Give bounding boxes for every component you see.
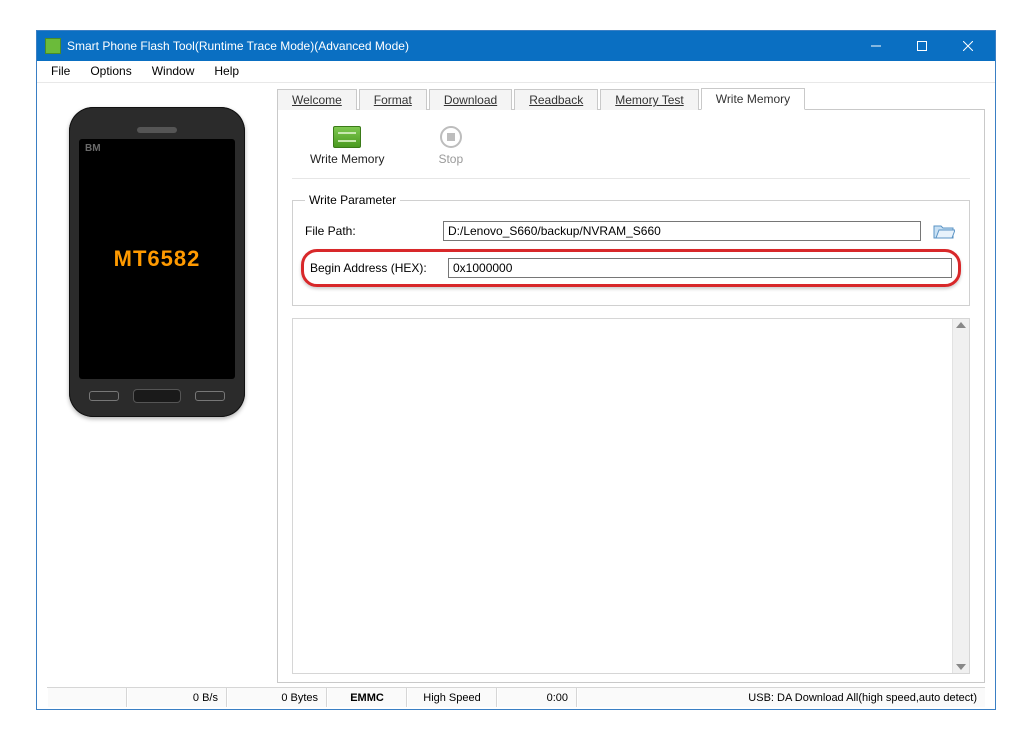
status-time: 0:00: [497, 688, 577, 707]
file-path-label: File Path:: [305, 224, 443, 238]
browse-button[interactable]: [931, 221, 957, 241]
app-icon: [45, 38, 61, 54]
stop-button[interactable]: Stop: [438, 126, 463, 166]
minimize-button[interactable]: [853, 31, 899, 61]
file-path-row: File Path:: [305, 221, 957, 241]
file-path-input[interactable]: [443, 221, 921, 241]
write-parameter-group: Write Parameter File Path:: [292, 193, 970, 306]
begin-address-row: Begin Address (HEX):: [310, 258, 952, 278]
status-usb: USB: DA Download All(high speed,auto det…: [577, 688, 985, 707]
phone-chip-label: MT6582: [114, 246, 201, 272]
menu-window[interactable]: Window: [142, 61, 205, 82]
status-storage: EMMC: [327, 688, 407, 707]
phone-preview: BM MT6582: [69, 107, 245, 417]
log-scrollbar[interactable]: [952, 319, 969, 673]
begin-address-label: Begin Address (HEX):: [310, 261, 448, 275]
body-row: BM MT6582 Welcome Format Download Readba…: [37, 83, 995, 687]
tab-write-memory[interactable]: Write Memory: [701, 88, 805, 110]
right-pane: Welcome Format Download Readback Memory …: [277, 83, 995, 687]
status-empty: [47, 688, 127, 707]
scroll-up-icon: [956, 322, 966, 328]
maximize-button[interactable]: [899, 31, 945, 61]
toolbar: Write Memory Stop: [292, 124, 970, 179]
app-window: Smart Phone Flash Tool(Runtime Trace Mod…: [36, 30, 996, 710]
menu-help[interactable]: Help: [204, 61, 249, 82]
scroll-down-icon: [956, 664, 966, 670]
log-area[interactable]: [292, 318, 970, 674]
begin-address-input[interactable]: [448, 258, 952, 278]
status-rate: 0 B/s: [127, 688, 227, 707]
status-bytes: 0 Bytes: [227, 688, 327, 707]
phone-back-button: [195, 391, 225, 401]
write-memory-button[interactable]: Write Memory: [310, 126, 384, 166]
stop-label: Stop: [438, 152, 463, 166]
write-parameter-legend: Write Parameter: [305, 193, 400, 207]
close-icon: [963, 41, 973, 51]
menu-file[interactable]: File: [41, 61, 80, 82]
tab-format[interactable]: Format: [359, 89, 427, 110]
statusbar: 0 B/s 0 Bytes EMMC High Speed 0:00 USB: …: [47, 687, 985, 707]
phone-screen: BM MT6582: [79, 139, 235, 379]
tab-content: Write Memory Stop Write Parameter File P…: [277, 109, 985, 683]
chip-icon: [333, 126, 361, 148]
phone-speaker: [137, 127, 177, 133]
tab-memory-test[interactable]: Memory Test: [600, 89, 698, 110]
status-speed: High Speed: [407, 688, 497, 707]
tab-readback[interactable]: Readback: [514, 89, 598, 110]
write-memory-label: Write Memory: [310, 152, 384, 166]
window-controls: [853, 31, 991, 61]
left-pane: BM MT6582: [37, 83, 277, 687]
phone-bm-label: BM: [85, 143, 101, 154]
menubar: File Options Window Help: [37, 61, 995, 83]
titlebar: Smart Phone Flash Tool(Runtime Trace Mod…: [37, 31, 995, 61]
phone-menu-button: [89, 391, 119, 401]
begin-address-highlight: Begin Address (HEX):: [301, 249, 961, 287]
client-area: BM MT6582 Welcome Format Download Readba…: [37, 83, 995, 709]
tab-download[interactable]: Download: [429, 89, 512, 110]
tab-welcome[interactable]: Welcome: [277, 89, 357, 110]
tab-strip: Welcome Format Download Readback Memory …: [277, 87, 985, 109]
phone-home-button: [133, 389, 181, 403]
maximize-icon: [917, 41, 927, 51]
minimize-icon: [871, 41, 881, 51]
menu-options[interactable]: Options: [80, 61, 141, 82]
folder-icon: [933, 222, 955, 240]
stop-icon: [440, 126, 462, 148]
phone-buttons: [79, 389, 235, 403]
close-button[interactable]: [945, 31, 991, 61]
window-title: Smart Phone Flash Tool(Runtime Trace Mod…: [67, 39, 853, 53]
